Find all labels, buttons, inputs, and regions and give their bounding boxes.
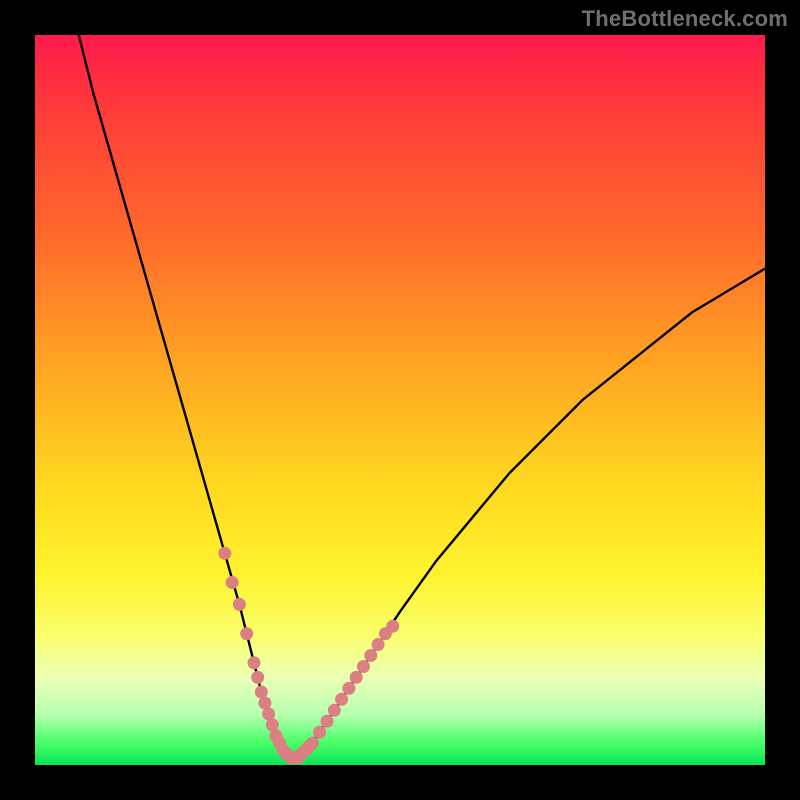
bottleneck-curve <box>79 35 765 758</box>
highlight-dot <box>226 576 239 589</box>
attribution-label: TheBottleneck.com <box>582 6 788 32</box>
highlight-dot <box>364 649 377 662</box>
highlight-dot <box>240 627 253 640</box>
highlight-dot <box>342 682 355 695</box>
highlight-dot <box>350 671 363 684</box>
highlight-dot <box>372 638 385 651</box>
highlight-dot <box>255 686 268 699</box>
highlight-dot <box>357 660 370 673</box>
highlight-dot <box>313 726 326 739</box>
highlight-dot <box>233 598 246 611</box>
curve-layer <box>35 35 765 765</box>
highlight-dots-left <box>218 547 304 764</box>
highlight-dot <box>386 620 399 633</box>
highlight-dot <box>328 704 341 717</box>
highlight-dot <box>306 737 319 750</box>
highlight-dot <box>218 547 231 560</box>
highlight-dot <box>262 707 275 720</box>
highlight-dot <box>321 715 334 728</box>
highlight-dot <box>251 671 264 684</box>
highlight-dot <box>248 656 261 669</box>
highlight-dot <box>335 693 348 706</box>
chart-frame: TheBottleneck.com <box>0 0 800 800</box>
highlight-dots-right <box>295 620 399 761</box>
plot-area <box>35 35 765 765</box>
